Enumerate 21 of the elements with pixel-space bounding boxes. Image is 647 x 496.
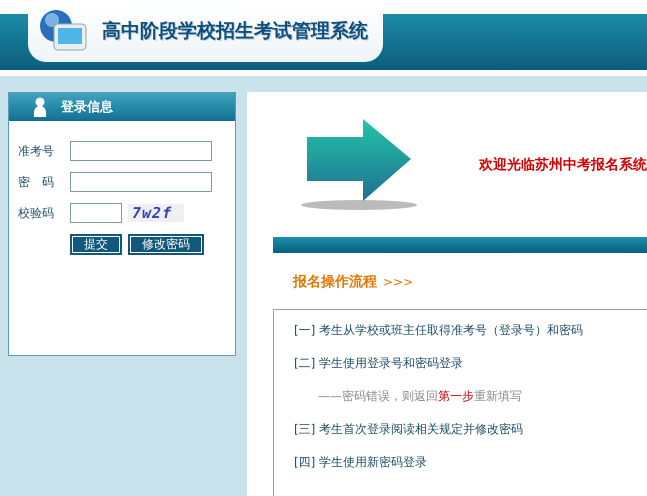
step-text: [二] 学生使用登录号和密码登录 — [294, 355, 464, 372]
welcome-text: 欢迎光临苏州中考报名系统 — [479, 156, 647, 174]
step-note: ——密码错误，则返回第一步重新填写 — [317, 388, 523, 405]
field-label: 密 码 — [18, 174, 55, 190]
process-title: 报名操作流程 — [293, 273, 377, 291]
step-text: [一] 考生从学校或班主任取得准考号（登录号）和密码 — [294, 322, 584, 339]
submit-button[interactable]: 提交 — [70, 234, 122, 255]
arrows-text: >>> — [383, 275, 414, 289]
captcha-image: 7w2f — [128, 204, 184, 222]
password-field[interactable] — [70, 172, 212, 192]
step-text: [三] 考生首次登录阅读相关规定并修改密码 — [294, 421, 524, 438]
step-text: [四] 学生使用新密码登录 — [294, 454, 428, 471]
captcha-field[interactable] — [70, 203, 122, 223]
exam-number-field[interactable] — [70, 141, 212, 161]
panel-title: 登录信息 — [61, 99, 113, 116]
system-title: 高中阶段学校招生考试管理系统 — [102, 19, 368, 44]
arrow-icon — [299, 116, 419, 212]
change-password-button[interactable]: 修改密码 — [128, 234, 204, 255]
user-icon — [33, 97, 47, 117]
field-label: 校验码 — [18, 204, 55, 222]
field-label: 准考号 — [18, 142, 55, 160]
